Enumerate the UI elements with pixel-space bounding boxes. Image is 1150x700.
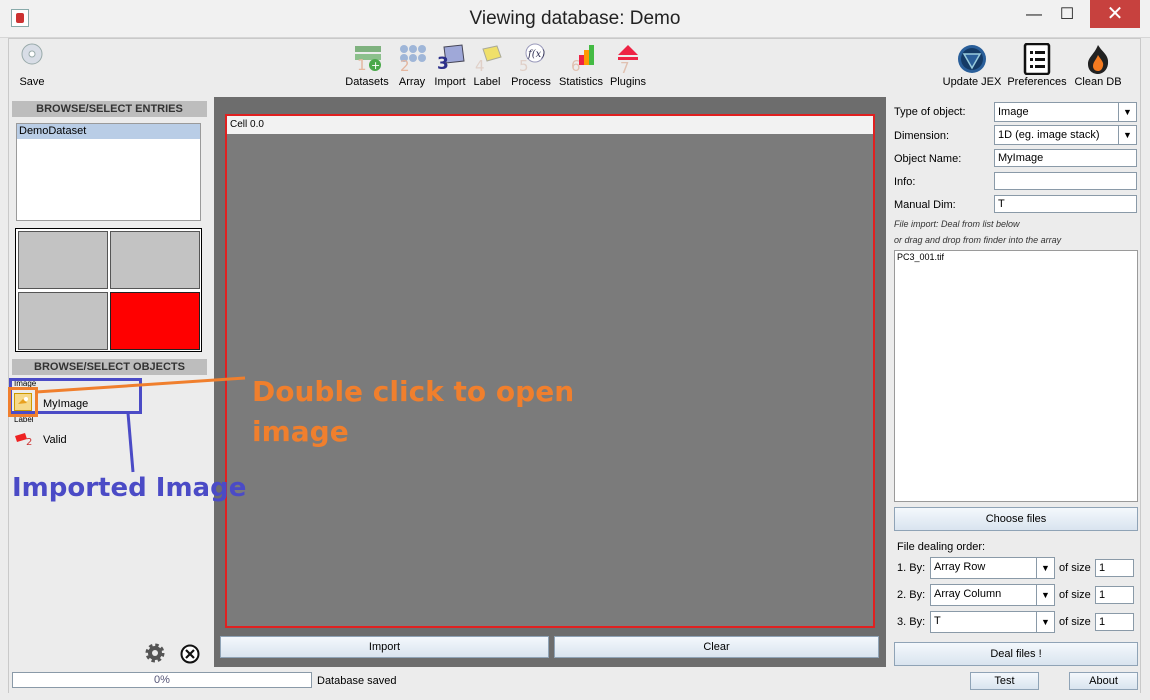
annotation-lines [35,376,246,473]
annotation-double-click-line1: Double click to open [252,375,575,408]
annotation-double-click-line2: image [252,415,349,448]
annotation-imported-image: Imported Image [12,473,247,503]
annotation-orange-line [35,376,246,394]
annotation-blue-line [126,412,135,473]
annotation-double-click: Double click to open image [252,372,574,452]
